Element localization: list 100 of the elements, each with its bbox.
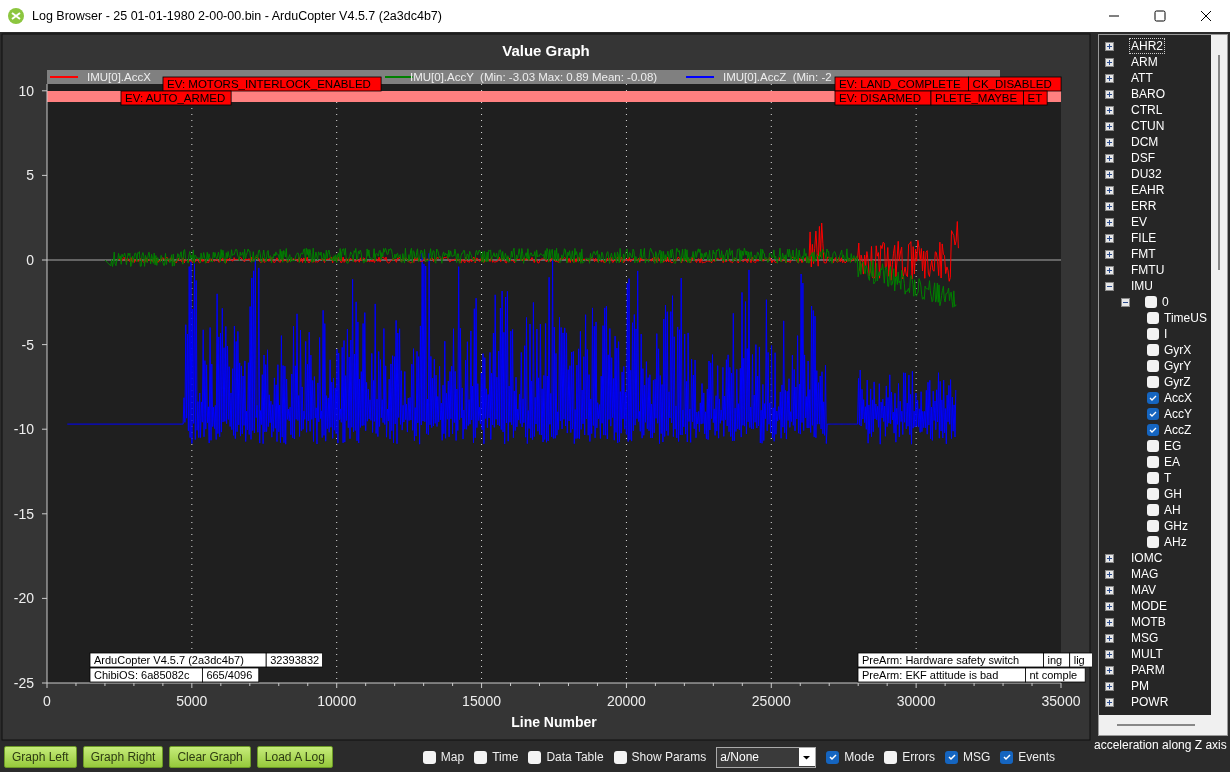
expand-icon[interactable] <box>1105 121 1114 131</box>
expand-icon[interactable] <box>1105 665 1114 675</box>
tree-item[interactable]: BARO <box>1129 86 1167 102</box>
checkbox[interactable] <box>1147 312 1159 324</box>
expand-icon[interactable] <box>1105 89 1114 99</box>
tree-item[interactable]: EG <box>1162 438 1184 454</box>
checkbox[interactable] <box>945 750 958 764</box>
tree-item[interactable]: DSF <box>1129 150 1157 166</box>
tree-item[interactable]: 0 <box>1160 294 1171 310</box>
expand-icon[interactable] <box>1105 105 1114 115</box>
expand-icon[interactable] <box>1105 41 1114 51</box>
tree-item[interactable]: ERR <box>1129 198 1159 214</box>
expand-icon[interactable] <box>1105 153 1114 163</box>
toolbar-button[interactable]: Graph Right <box>82 746 164 768</box>
expand-icon[interactable] <box>1105 249 1114 259</box>
checkbox[interactable] <box>1147 408 1159 420</box>
collapse-icon[interactable] <box>1121 297 1130 307</box>
toolbar-button[interactable]: Load A Log <box>256 746 333 768</box>
tree-item[interactable]: AHz <box>1162 534 1189 550</box>
expand-icon[interactable] <box>1105 73 1114 83</box>
dropdown[interactable]: a/None <box>716 746 817 768</box>
tree-item[interactable]: PM <box>1129 678 1151 694</box>
checkbox[interactable] <box>1147 360 1159 372</box>
tree-item[interactable]: GyrZ <box>1162 374 1193 390</box>
expand-icon[interactable] <box>1105 617 1114 627</box>
expand-icon[interactable] <box>1105 185 1114 195</box>
checkbox[interactable] <box>1147 504 1159 516</box>
tree-item[interactable]: IOMC <box>1129 550 1165 566</box>
tree-item[interactable]: GyrY <box>1162 358 1194 374</box>
checkbox[interactable] <box>1147 376 1159 388</box>
tree-item[interactable]: FMTU <box>1129 262 1167 278</box>
expand-icon[interactable] <box>1105 265 1114 275</box>
checkbox[interactable] <box>422 750 436 764</box>
tree-item[interactable]: TimeUS <box>1162 310 1209 326</box>
checkbox[interactable] <box>1147 488 1159 500</box>
expand-icon[interactable] <box>1105 681 1114 691</box>
tree-item[interactable]: FILE <box>1129 230 1159 246</box>
expand-icon[interactable] <box>1105 233 1114 243</box>
expand-icon[interactable] <box>1105 585 1114 595</box>
tree-item[interactable]: GH <box>1162 486 1184 502</box>
tree-item[interactable]: EA <box>1162 454 1182 470</box>
checkbox[interactable] <box>1000 750 1014 764</box>
tree-item[interactable]: MAG <box>1129 566 1161 582</box>
expand-icon[interactable] <box>1105 601 1114 611</box>
toolbar-button[interactable]: Clear Graph <box>169 746 251 768</box>
tree-item[interactable]: ARM <box>1129 54 1160 70</box>
tree-item[interactable]: GHz <box>1162 518 1190 534</box>
tree-item[interactable]: FMT <box>1129 246 1158 262</box>
tree-item[interactable]: AccY <box>1162 406 1194 422</box>
tree-item[interactable]: DU32 <box>1129 166 1164 182</box>
expand-icon[interactable] <box>1105 649 1114 659</box>
tree-item[interactable]: AccZ <box>1162 422 1194 438</box>
close-icon[interactable] <box>1200 10 1212 22</box>
checkbox[interactable] <box>613 750 627 764</box>
checkbox[interactable] <box>1147 392 1159 404</box>
checkbox[interactable] <box>528 750 542 764</box>
tree-item[interactable]: MSG <box>1129 630 1161 646</box>
checkbox[interactable] <box>1147 456 1159 468</box>
checkbox[interactable] <box>474 750 488 764</box>
tree-item[interactable]: DCM <box>1129 134 1161 150</box>
tree-item[interactable]: AccX <box>1162 390 1194 406</box>
tree-item[interactable]: GyrX <box>1162 342 1194 358</box>
tree-item[interactable]: IMU <box>1129 278 1155 294</box>
tree-item[interactable]: MODE <box>1129 598 1169 614</box>
tree-item[interactable]: ATT <box>1129 70 1155 86</box>
checkbox[interactable] <box>1147 440 1159 452</box>
tree-item[interactable]: POWR <box>1129 694 1171 710</box>
maximize-icon[interactable] <box>1154 10 1166 22</box>
checkbox[interactable] <box>884 750 898 764</box>
tree-item[interactable]: CTUN <box>1129 118 1167 134</box>
caret-icon[interactable] <box>799 748 816 766</box>
tree-item[interactable]: EAHR <box>1129 182 1167 198</box>
expand-icon[interactable] <box>1105 57 1114 67</box>
tree-item[interactable]: MULT <box>1129 646 1165 662</box>
collapse-icon[interactable] <box>1105 281 1114 291</box>
tree-item[interactable]: EV <box>1129 214 1149 230</box>
tree-item[interactable]: T <box>1162 470 1174 486</box>
expand-icon[interactable] <box>1105 697 1114 707</box>
tree-item[interactable]: CTRL <box>1129 102 1165 118</box>
checkbox[interactable] <box>1147 472 1159 484</box>
tree-item[interactable]: MOTB <box>1129 614 1168 630</box>
tree-item[interactable]: MAV <box>1129 582 1159 598</box>
checkbox[interactable] <box>1147 536 1159 548</box>
tree-item[interactable]: AHR2 <box>1129 38 1165 54</box>
expand-icon[interactable] <box>1105 201 1114 211</box>
expand-icon[interactable] <box>1105 553 1114 563</box>
tree-item[interactable]: AH <box>1162 502 1183 518</box>
expand-icon[interactable] <box>1105 569 1114 579</box>
expand-icon[interactable] <box>1105 217 1114 227</box>
expand-icon[interactable] <box>1105 633 1114 643</box>
expand-icon[interactable] <box>1105 137 1114 147</box>
checkbox[interactable] <box>1147 344 1159 356</box>
toolbar-button[interactable]: Graph Left <box>4 746 77 768</box>
checkbox[interactable] <box>826 750 840 764</box>
tree-item[interactable]: I <box>1162 326 1170 342</box>
checkbox[interactable] <box>1145 296 1157 308</box>
checkbox[interactable] <box>1147 424 1159 436</box>
checkbox[interactable] <box>1147 328 1159 340</box>
expand-icon[interactable] <box>1105 169 1114 179</box>
tree-item[interactable]: PARM <box>1129 662 1167 678</box>
